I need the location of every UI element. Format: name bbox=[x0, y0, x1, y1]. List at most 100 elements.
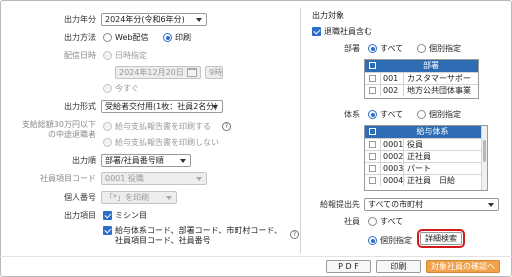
item-perforation-label[interactable]: ミシン目 bbox=[115, 211, 147, 221]
method-print-label[interactable]: 印刷 bbox=[175, 33, 191, 43]
delivery-label: 配信日時 bbox=[64, 51, 96, 60]
row-code: 0004 bbox=[383, 175, 404, 186]
pay-specific-label[interactable]: 個別指定 bbox=[429, 110, 461, 120]
chevron-down-icon bbox=[212, 105, 218, 109]
print-button[interactable]: 印刷 bbox=[376, 260, 421, 273]
pay-label: 体系 bbox=[344, 110, 360, 119]
row-checkbox[interactable] bbox=[369, 165, 376, 172]
under300k-label-2: の中途退職者 bbox=[48, 130, 96, 139]
column-divider bbox=[300, 8, 301, 253]
chevron-down-icon bbox=[180, 159, 186, 163]
pdf-button[interactable]: P D F bbox=[326, 260, 371, 273]
retired-label[interactable]: 退職社員含む bbox=[324, 27, 372, 37]
item-codes-checkbox[interactable] bbox=[103, 226, 112, 235]
dept-all-radio[interactable] bbox=[368, 44, 377, 53]
delivery-hour-select[interactable]: 9時 bbox=[205, 66, 223, 79]
dept-specific-label[interactable]: 個別指定 bbox=[429, 44, 461, 54]
pay-specific-radio[interactable] bbox=[417, 110, 426, 119]
table-row[interactable]: 001 カスタマーサポー bbox=[365, 72, 478, 84]
chevron-down-icon bbox=[488, 203, 494, 207]
dest-select[interactable]: すべての市町村 bbox=[364, 198, 499, 211]
year-label: 出力年分 bbox=[64, 15, 96, 24]
item-codes-label-1[interactable]: 給与体系コード、部署コード、市町村コード、 bbox=[115, 226, 282, 236]
pay-select-all-checkbox[interactable] bbox=[369, 128, 376, 135]
order-select-value: 部署/社員番号順 bbox=[105, 156, 164, 165]
method-web-label[interactable]: Web配信 bbox=[115, 33, 148, 43]
emp-item-select-value: 0001 役職 bbox=[105, 174, 144, 183]
year-select[interactable]: 2024年分(令和6年分) bbox=[101, 13, 207, 26]
under300k-print-radio[interactable] bbox=[103, 122, 112, 131]
order-label: 出力順 bbox=[72, 156, 96, 165]
under300k-noprint-radio[interactable] bbox=[103, 138, 112, 147]
row-checkbox[interactable] bbox=[369, 153, 376, 160]
delivery-hour-value: 9時 bbox=[209, 68, 223, 77]
row-name: 地方公共団体事業 bbox=[407, 86, 471, 95]
confirm-targets-button[interactable]: 対象社員の確認へ bbox=[426, 260, 500, 273]
dept-specific-radio[interactable] bbox=[417, 44, 426, 53]
row-name: 正社員 日給 bbox=[407, 176, 455, 185]
pay-table-scrollbar[interactable] bbox=[481, 126, 487, 190]
order-select[interactable]: 部署/社員番号順 bbox=[101, 154, 191, 167]
method-label: 出力方法 bbox=[64, 33, 96, 42]
dept-all-label[interactable]: すべて bbox=[380, 44, 403, 54]
dest-label: 給報提出先 bbox=[320, 200, 360, 209]
item-perforation-checkbox[interactable] bbox=[103, 211, 112, 220]
detail-search-button[interactable]: 詳細検索 bbox=[417, 229, 465, 248]
calendar-icon[interactable] bbox=[187, 68, 197, 77]
employee-specific-radio[interactable] bbox=[368, 236, 377, 245]
help-icon[interactable]: ? bbox=[222, 122, 231, 131]
dept-table: 部署 001 カスタマーサポー 002 地方公共団体事業 bbox=[364, 59, 479, 99]
pay-table: 給与体系 0001 役員 0002 正社員 0003 パート 0004 正社員 … bbox=[364, 125, 488, 191]
personal-no-label: 個人番号 bbox=[64, 193, 96, 202]
dest-select-value: すべての市町村 bbox=[368, 200, 424, 209]
row-name: 正社員 bbox=[407, 152, 431, 161]
dept-table-header: 部署 bbox=[365, 60, 478, 72]
chevron-down-icon bbox=[166, 196, 172, 200]
format-select-value: 受給者交付用(1枚：社員2名分) bbox=[105, 102, 218, 111]
row-code: 0001 bbox=[383, 139, 404, 150]
personal-no-select-value: 「*」を印刷 bbox=[105, 193, 149, 202]
employee-label: 社員 bbox=[344, 217, 360, 226]
row-checkbox[interactable] bbox=[369, 141, 376, 148]
method-web-radio[interactable] bbox=[103, 33, 112, 42]
under300k-noprint-label[interactable]: 給与支払報告書を印刷しない bbox=[115, 138, 219, 148]
employee-all-radio[interactable] bbox=[368, 217, 377, 226]
row-checkbox[interactable] bbox=[369, 177, 376, 184]
delivery-specify-radio[interactable] bbox=[103, 51, 112, 60]
chevron-down-icon bbox=[196, 177, 202, 181]
format-select[interactable]: 受給者交付用(1枚：社員2名分) bbox=[101, 100, 223, 113]
table-row[interactable]: 0004 正社員 日給 bbox=[365, 174, 481, 186]
pay-all-radio[interactable] bbox=[368, 110, 377, 119]
delivery-specify-label[interactable]: 日時指定 bbox=[115, 51, 147, 61]
footer-divider bbox=[0, 256, 512, 257]
table-row[interactable]: 0001 役員 bbox=[365, 138, 481, 150]
row-name: パート bbox=[407, 164, 431, 173]
row-code: 002 bbox=[381, 85, 404, 96]
pay-table-header: 給与体系 bbox=[365, 126, 481, 138]
table-row[interactable]: 0002 正社員 bbox=[365, 150, 481, 162]
items-label: 出力項目 bbox=[64, 211, 96, 220]
employee-specific-label[interactable]: 個別指定 bbox=[380, 236, 412, 246]
under300k-label-1: 支給総額30万円以下 bbox=[21, 120, 96, 129]
help-icon[interactable]: ? bbox=[290, 230, 299, 239]
table-row[interactable]: 0003 パート bbox=[365, 162, 481, 174]
retired-checkbox[interactable] bbox=[312, 27, 321, 36]
delivery-now-label[interactable]: 今すぐ bbox=[115, 84, 139, 94]
emp-item-select[interactable]: 0001 役職 bbox=[101, 172, 207, 185]
table-row[interactable]: 002 地方公共団体事業 bbox=[365, 84, 478, 96]
item-codes-label-2[interactable]: 社員項目コード、社員番号 bbox=[115, 236, 211, 246]
method-print-radio[interactable] bbox=[163, 33, 172, 42]
pay-all-label[interactable]: すべて bbox=[380, 110, 403, 120]
row-checkbox[interactable] bbox=[369, 87, 376, 94]
scroll-thumb[interactable] bbox=[483, 140, 486, 162]
dept-select-all-checkbox[interactable] bbox=[369, 62, 376, 69]
row-checkbox[interactable] bbox=[369, 75, 376, 82]
dept-label: 部署 bbox=[344, 44, 360, 53]
personal-no-select[interactable]: 「*」を印刷 bbox=[101, 191, 177, 204]
row-name: カスタマーサポー bbox=[407, 74, 471, 83]
row-code: 0002 bbox=[383, 151, 404, 162]
row-code: 001 bbox=[381, 73, 404, 84]
under300k-print-label[interactable]: 給与支払報告書を印刷する bbox=[115, 122, 211, 132]
delivery-now-radio[interactable] bbox=[103, 84, 112, 93]
employee-all-label[interactable]: すべて bbox=[380, 217, 403, 227]
